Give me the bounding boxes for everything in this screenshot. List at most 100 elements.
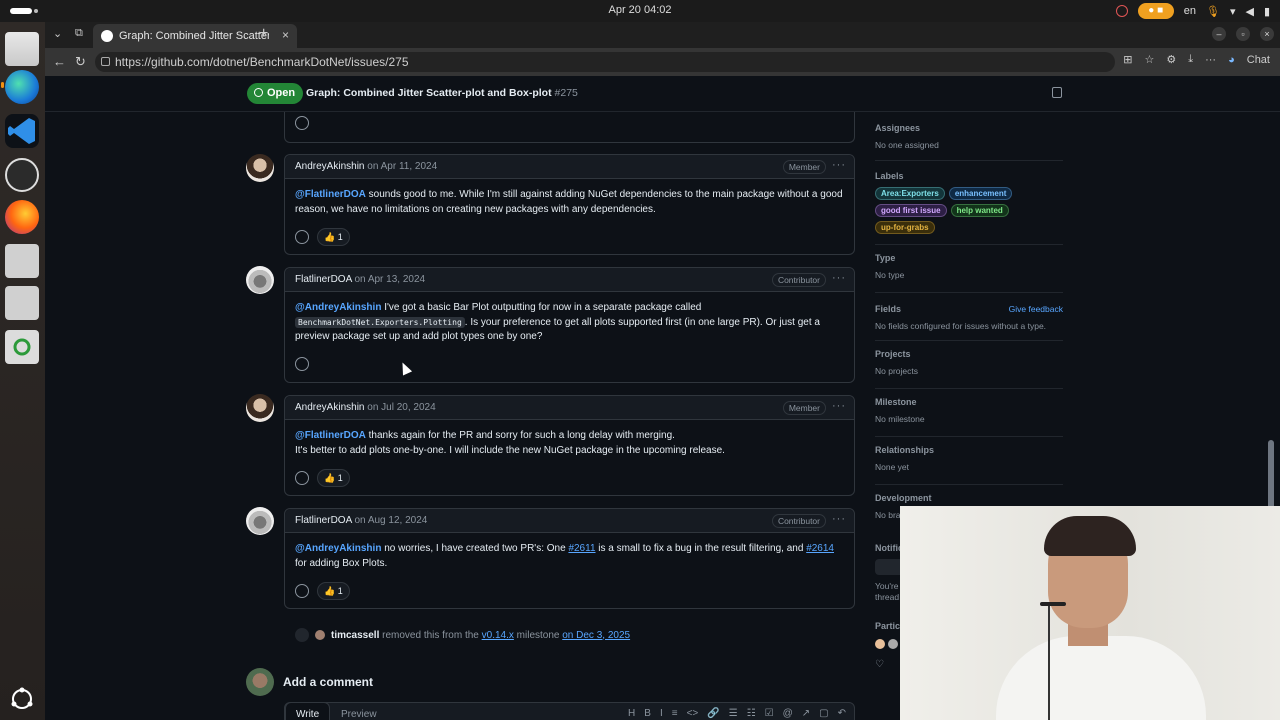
mention-link[interactable]: @FlatlinerDOA (295, 430, 366, 441)
recording-indicator[interactable]: ● ■ (1137, 3, 1174, 19)
webcam-overlay (900, 506, 1280, 720)
wifi-icon[interactable]: ▾ (1230, 5, 1236, 18)
sidebar-labels[interactable]: Labels Area:Exporters enhancement good f… (875, 171, 1063, 234)
drive-ssd-2-icon[interactable] (5, 286, 39, 320)
comment-flatliner-apr13: FlatlinerDOA on Apr 13, 2024 Contributor… (284, 267, 855, 383)
firefox-icon[interactable] (5, 200, 39, 234)
label-help-wanted[interactable]: help wanted (950, 204, 1009, 217)
sidebar-projects[interactable]: Projects No projects (875, 349, 1063, 376)
obs-icon[interactable] (5, 158, 39, 192)
link-button[interactable]: 🔗 (707, 708, 719, 719)
maximize-button[interactable]: ▫ (1236, 27, 1250, 41)
copy-link-icon[interactable] (1052, 87, 1062, 98)
settings-more-icon[interactable]: ··· (1205, 54, 1216, 66)
show-apps-icon[interactable] (5, 682, 39, 716)
language-indicator[interactable]: en (1184, 5, 1196, 17)
more-options-icon[interactable]: ··· (832, 272, 846, 284)
preview-tab[interactable]: Preview (341, 709, 377, 720)
close-tab-icon[interactable]: × (282, 28, 289, 42)
more-options-icon[interactable]: ··· (832, 159, 846, 171)
undo-button[interactable]: ↶ (838, 708, 846, 719)
thumbs-up-reaction[interactable]: 👍 1 (317, 582, 350, 600)
edge-browser-icon[interactable] (5, 70, 39, 104)
extensions-icon[interactable]: ⚙ (1166, 53, 1176, 66)
participant-avatar[interactable] (888, 639, 898, 649)
add-reaction-icon[interactable] (295, 357, 309, 371)
event-date-link[interactable]: on Dec 3, 2025 (562, 630, 630, 641)
sidebar-type[interactable]: Type No type (875, 253, 1063, 280)
pr-link-2614[interactable]: #2614 (806, 543, 834, 554)
close-window-button[interactable]: × (1260, 27, 1274, 41)
label-enhancement[interactable]: enhancement (948, 187, 1013, 200)
thumbs-up-reaction[interactable]: 👍 1 (317, 469, 350, 487)
issue-title: Graph: Combined Jitter Scatter-plot and … (306, 87, 578, 99)
back-button[interactable]: ← (53, 54, 66, 69)
bullet-list-button[interactable]: ☰ (729, 708, 738, 719)
app-available-icon[interactable]: ⊞ (1123, 53, 1132, 66)
reload-button[interactable]: ↻ (75, 54, 86, 70)
vscode-icon[interactable] (5, 114, 39, 148)
reference-button[interactable]: ↗ (802, 708, 810, 719)
pr-link-2611[interactable]: #2611 (568, 543, 595, 554)
saved-replies-button[interactable]: ▢ (819, 708, 828, 719)
give-feedback-link[interactable]: Give feedback (1009, 304, 1063, 314)
new-tab-button[interactable]: + (259, 25, 268, 43)
mention-link[interactable]: @FlatlinerDOA (295, 189, 366, 200)
add-reaction-icon[interactable] (295, 230, 309, 244)
reaction-row (295, 357, 309, 371)
more-options-icon[interactable]: ··· (832, 400, 846, 412)
add-reaction-icon[interactable] (295, 584, 309, 598)
address-toolbar: ← ↻ https://github.com/dotnet/BenchmarkD… (45, 48, 1280, 76)
sidebar-milestone[interactable]: Milestone No milestone (875, 397, 1063, 424)
volume-icon[interactable]: ◀ (1245, 5, 1253, 18)
actor-avatar[interactable] (315, 630, 325, 640)
chat-label[interactable]: Chat (1247, 54, 1270, 66)
event-actor[interactable]: timcassell (331, 630, 379, 641)
url-bar[interactable]: https://github.com/dotnet/BenchmarkDotNe… (95, 52, 1115, 72)
package-name-code: BenchmarkDotNet.Exporters.Plotting (295, 316, 465, 328)
comment-header: FlatlinerDOA on Apr 13, 2024 Contributor… (285, 268, 854, 292)
avatar-flatlinerdoa[interactable] (246, 507, 274, 535)
label-up-for-grabs[interactable]: up-for-grabs (875, 221, 935, 234)
task-list-button[interactable]: ☑ (765, 708, 774, 719)
write-tab[interactable]: Write (285, 702, 331, 720)
mention-link[interactable]: @AndreyAkinshin (295, 302, 381, 313)
bold-button[interactable]: B (644, 708, 651, 719)
avatar-andreyakinshin[interactable] (246, 154, 274, 182)
downloads-icon[interactable]: ⤓ (1188, 53, 1193, 66)
comment-body: @AndreyAkinshin no worries, I have creat… (295, 543, 834, 569)
avatar-flatlinerdoa[interactable] (246, 266, 274, 294)
milestone-link[interactable]: v0.14.x (482, 630, 514, 641)
mention-button[interactable]: @ (783, 708, 793, 719)
code-button[interactable]: <> (687, 708, 699, 719)
chrome-indicator-icon[interactable] (1115, 5, 1128, 17)
favorite-star-icon[interactable]: ☆ (1144, 53, 1154, 66)
mic-icon[interactable]: 🎙 (1206, 5, 1220, 18)
participant-avatar[interactable] (875, 639, 885, 649)
quote-button[interactable]: ≡ (672, 708, 678, 719)
drive-ssd-icon[interactable] (5, 244, 39, 278)
label-area-exporters[interactable]: Area:Exporters (875, 187, 945, 200)
tab-list-icon[interactable]: ⌄ (53, 27, 62, 40)
mention-link[interactable]: @AndreyAkinshin (295, 543, 381, 554)
minimize-button[interactable]: – (1212, 27, 1226, 41)
add-reaction-icon[interactable] (295, 471, 309, 485)
add-reaction-icon[interactable] (295, 116, 309, 130)
workspaces-icon[interactable]: ⧉ (75, 27, 83, 40)
sidebar-relationships[interactable]: Relationships None yet (875, 445, 1063, 472)
page-scrollbar-thumb[interactable] (1268, 440, 1274, 510)
files-icon[interactable] (5, 32, 39, 66)
thumbs-up-reaction[interactable]: 👍 1 (317, 228, 350, 246)
label-good-first-issue[interactable]: good first issue (875, 204, 947, 217)
clock[interactable]: Apr 20 04:02 (0, 4, 1280, 16)
numbered-list-button[interactable]: ☷ (747, 708, 756, 719)
avatar-andreyakinshin[interactable] (246, 394, 274, 422)
role-badge: Member (782, 160, 826, 174)
italic-button[interactable]: I (660, 708, 663, 719)
trash-icon[interactable] (5, 330, 39, 364)
copilot-icon[interactable]: ◕ (1228, 54, 1235, 66)
sidebar-assignees[interactable]: Assignees No one assigned (875, 123, 1063, 150)
battery-icon[interactable]: ▮ (1264, 5, 1270, 18)
heading-button[interactable]: H (628, 708, 635, 719)
more-options-icon[interactable]: ··· (832, 513, 846, 525)
